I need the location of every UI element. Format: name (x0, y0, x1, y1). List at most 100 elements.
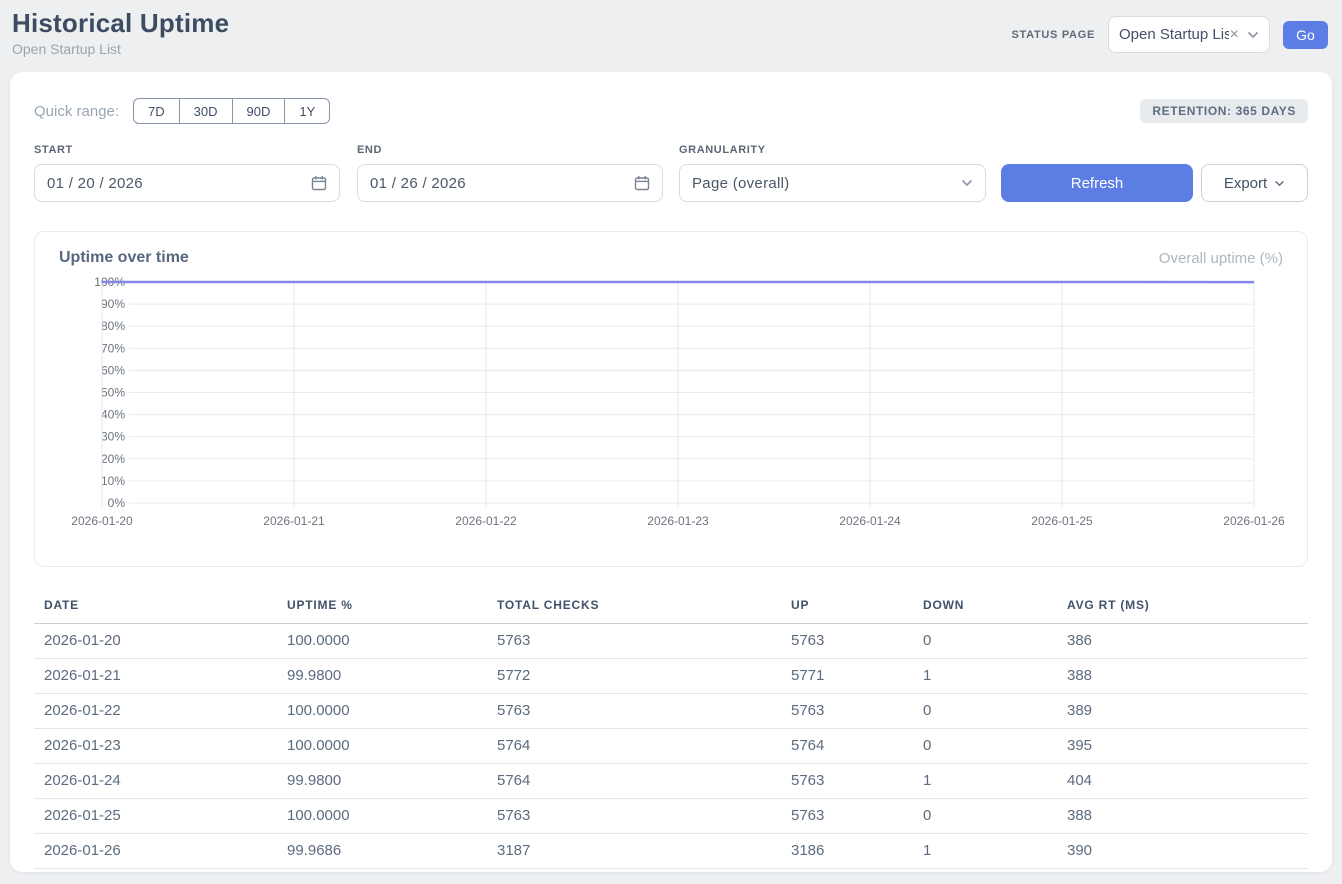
svg-text:20%: 20% (101, 452, 125, 466)
quick-range-button-90d[interactable]: 90D (232, 98, 286, 124)
start-date-label: START (34, 144, 340, 156)
table-cell: 3186 (781, 834, 913, 869)
svg-text:80%: 80% (101, 319, 125, 333)
table-cell: 99.9800 (277, 764, 487, 799)
calendar-icon[interactable] (311, 175, 327, 191)
end-date-field: END 01 / 26 / 2026 (357, 144, 663, 202)
table-cell: 5764 (487, 729, 781, 764)
svg-text:0%: 0% (108, 496, 126, 510)
uptime-table-body: 2026-01-20100.00005763576303862026-01-21… (34, 624, 1308, 869)
status-page-select[interactable]: Open Startup List × (1108, 16, 1270, 53)
table-cell: 395 (1057, 729, 1308, 764)
svg-text:60%: 60% (101, 363, 125, 377)
table-cell: 5763 (781, 799, 913, 834)
table-row: 2026-01-2199.9800577257711388 (34, 659, 1308, 694)
column-header-up: UP (781, 590, 913, 624)
start-date-field: START 01 / 20 / 2026 (34, 144, 340, 202)
table-cell: 5763 (487, 624, 781, 659)
table-cell: 5764 (487, 764, 781, 799)
table-cell: 0 (913, 799, 1057, 834)
svg-text:2026-01-20: 2026-01-20 (71, 514, 133, 528)
granularity-selected-value: Page (overall) (692, 175, 961, 192)
table-cell: 2026-01-24 (34, 764, 277, 799)
table-cell: 3187 (487, 834, 781, 869)
quick-range-label: Quick range: (34, 103, 119, 120)
chart-title: Uptime over time (59, 249, 189, 267)
uptime-chart: 0%10%20%30%40%50%60%70%80%90%100%2026-01… (35, 271, 1309, 533)
svg-text:2026-01-23: 2026-01-23 (647, 514, 709, 528)
table-cell: 0 (913, 729, 1057, 764)
quick-range-group: 7D 30D 90D 1Y (133, 98, 330, 124)
table-row: 2026-01-25100.0000576357630388 (34, 799, 1308, 834)
table-cell: 100.0000 (277, 624, 487, 659)
column-header-total-checks: TOTAL CHECKS (487, 590, 781, 624)
svg-text:50%: 50% (101, 386, 125, 400)
chart-card: Uptime over time Overall uptime (%) 0%10… (34, 231, 1308, 567)
quick-range-button-1y[interactable]: 1Y (284, 98, 330, 124)
page-title: Historical Uptime (12, 8, 229, 39)
table-row: 2026-01-20100.0000576357630386 (34, 624, 1308, 659)
table-cell: 390 (1057, 834, 1308, 869)
table-cell: 2026-01-22 (34, 694, 277, 729)
calendar-icon[interactable] (634, 175, 650, 191)
table-cell: 2026-01-21 (34, 659, 277, 694)
end-date-label: END (357, 144, 663, 156)
clear-selection-icon[interactable]: × (1230, 26, 1239, 44)
table-cell: 2026-01-20 (34, 624, 277, 659)
table-cell: 2026-01-25 (34, 799, 277, 834)
table-cell: 1 (913, 659, 1057, 694)
granularity-label: GRANULARITY (679, 144, 986, 156)
table-cell: 388 (1057, 659, 1308, 694)
uptime-table: DATE UPTIME % TOTAL CHECKS UP DOWN AVG R… (34, 590, 1308, 869)
export-button-label: Export (1224, 175, 1267, 192)
table-row: 2026-01-2499.9800576457631404 (34, 764, 1308, 799)
table-cell: 5764 (781, 729, 913, 764)
svg-text:2026-01-26: 2026-01-26 (1223, 514, 1285, 528)
svg-text:2026-01-22: 2026-01-22 (455, 514, 517, 528)
table-cell: 5763 (487, 799, 781, 834)
table-cell: 1 (913, 834, 1057, 869)
end-date-value: 01 / 26 / 2026 (370, 175, 634, 192)
table-cell: 404 (1057, 764, 1308, 799)
go-button[interactable]: Go (1283, 21, 1328, 49)
svg-text:2026-01-25: 2026-01-25 (1031, 514, 1093, 528)
status-page-selected-value: Open Startup List (1119, 26, 1229, 43)
main-panel: Quick range: 7D 30D 90D 1Y RETENTION: 36… (10, 72, 1332, 872)
svg-text:2026-01-24: 2026-01-24 (839, 514, 901, 528)
refresh-button[interactable]: Refresh (1001, 164, 1193, 202)
column-header-avg-rt: AVG RT (MS) (1057, 590, 1308, 624)
table-cell: 5763 (781, 764, 913, 799)
column-header-date: DATE (34, 590, 277, 624)
filters-row: START 01 / 20 / 2026 END 01 / 26 / 2026 (34, 144, 1308, 202)
table-row: 2026-01-22100.0000576357630389 (34, 694, 1308, 729)
chevron-down-icon (1274, 180, 1285, 187)
table-cell: 2026-01-23 (34, 729, 277, 764)
svg-text:90%: 90% (101, 297, 125, 311)
table-cell: 5771 (781, 659, 913, 694)
status-page-label: STATUS PAGE (1012, 29, 1095, 41)
quick-range-button-30d[interactable]: 30D (179, 98, 233, 124)
export-button[interactable]: Export (1201, 164, 1308, 202)
table-cell: 2026-01-26 (34, 834, 277, 869)
quick-range-button-7d[interactable]: 7D (133, 98, 180, 124)
table-header-row: DATE UPTIME % TOTAL CHECKS UP DOWN AVG R… (34, 590, 1308, 624)
header-controls: STATUS PAGE Open Startup List × Go (1012, 16, 1328, 53)
svg-text:2026-01-21: 2026-01-21 (263, 514, 325, 528)
table-cell: 386 (1057, 624, 1308, 659)
table-cell: 389 (1057, 694, 1308, 729)
chevron-down-icon (961, 179, 973, 187)
start-date-input[interactable]: 01 / 20 / 2026 (34, 164, 340, 202)
table-cell: 1 (913, 764, 1057, 799)
svg-text:40%: 40% (101, 408, 125, 422)
table-cell: 5763 (487, 694, 781, 729)
end-date-input[interactable]: 01 / 26 / 2026 (357, 164, 663, 202)
table-cell: 0 (913, 694, 1057, 729)
table-cell: 5772 (487, 659, 781, 694)
granularity-select[interactable]: Page (overall) (679, 164, 986, 202)
chevron-down-icon (1247, 31, 1259, 39)
table-cell: 100.0000 (277, 799, 487, 834)
column-header-down: DOWN (913, 590, 1057, 624)
chart-legend: Overall uptime (%) (1159, 250, 1283, 267)
svg-text:30%: 30% (101, 430, 125, 444)
table-row: 2026-01-23100.0000576457640395 (34, 729, 1308, 764)
